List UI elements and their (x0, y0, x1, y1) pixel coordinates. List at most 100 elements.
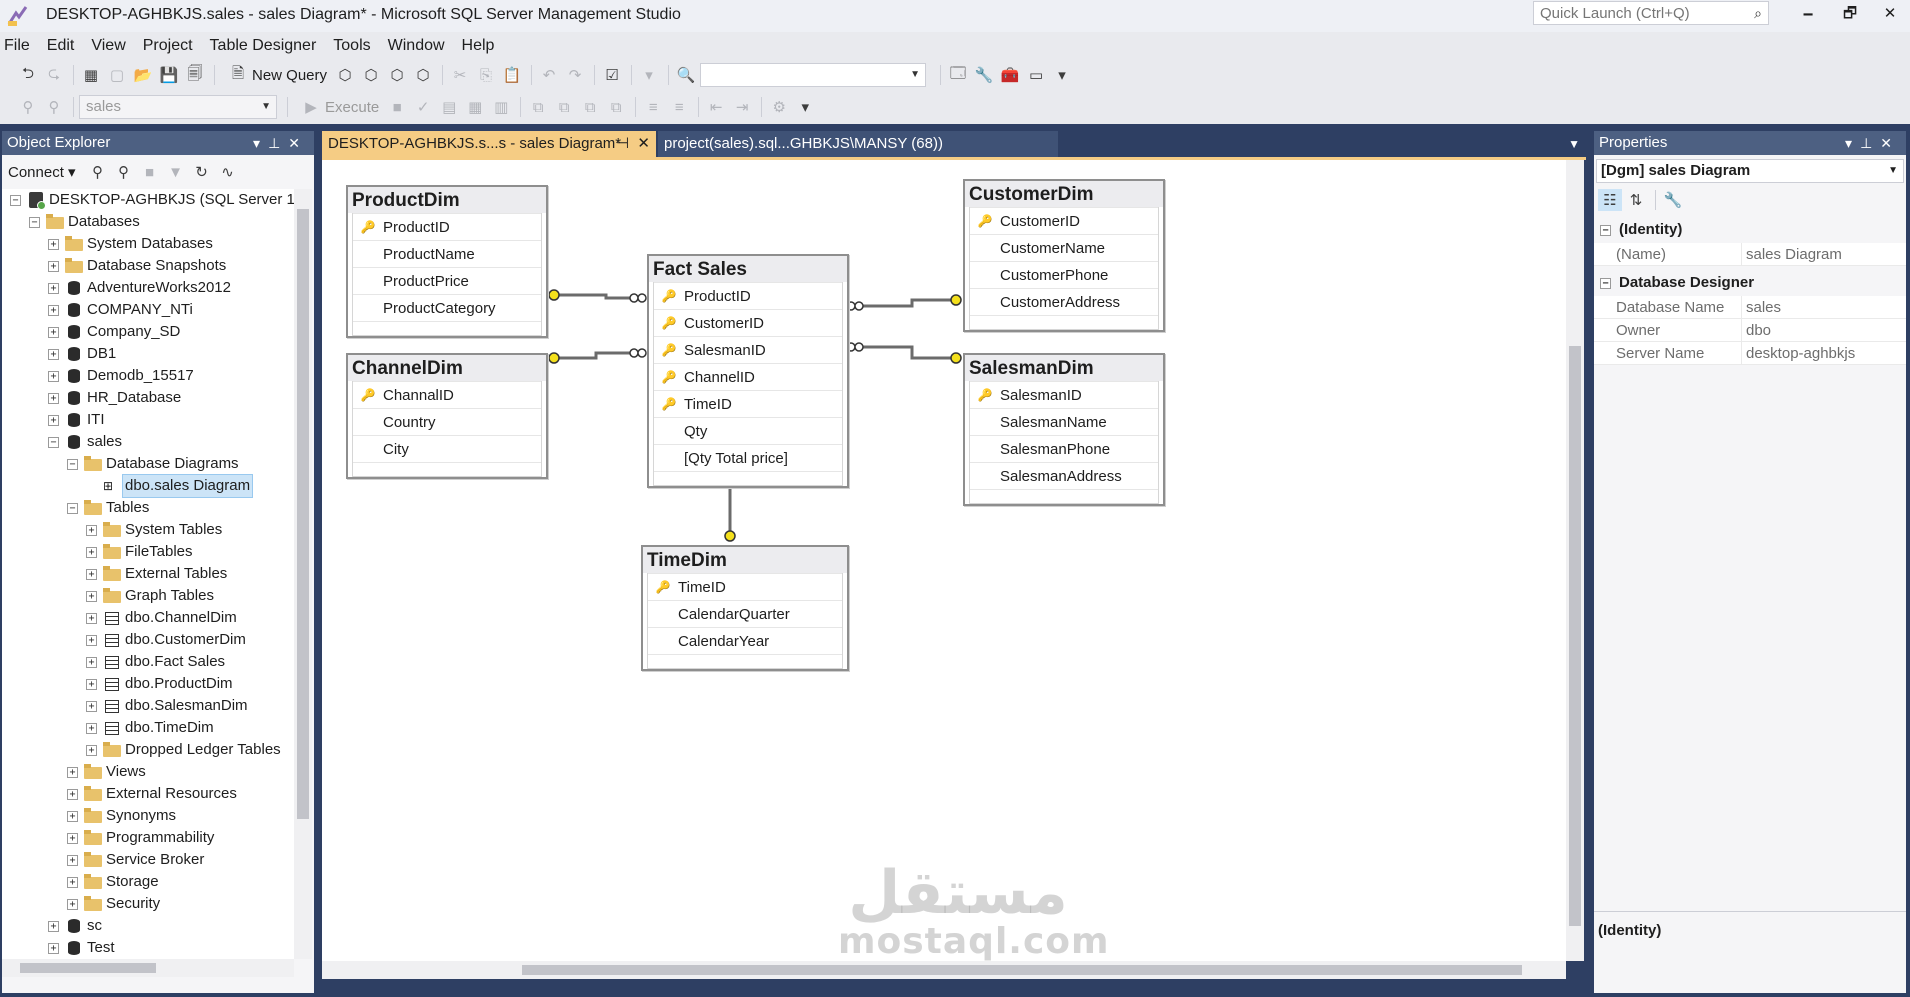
tree-node[interactable]: + sc (48, 915, 102, 937)
expand-icon[interactable]: + (48, 238, 59, 250)
properties-window-icon[interactable]: 🗔 (946, 64, 970, 86)
dmx-query-icon[interactable]: ⬡ (359, 64, 383, 86)
specify-values-icon[interactable]: ⚙ (767, 96, 791, 118)
menu-edit[interactable]: Edit (42, 34, 87, 58)
filter-icon[interactable]: ▼ (164, 161, 188, 183)
tree-node[interactable]: + External Resources (67, 783, 237, 805)
relationship-line-product[interactable] (554, 293, 638, 300)
plan-icon[interactable]: ⧉ (526, 96, 550, 118)
database-combo[interactable]: sales ▼ (79, 95, 277, 119)
expand-icon[interactable]: + (48, 414, 59, 426)
add-item-icon[interactable]: ▢ (105, 64, 129, 86)
save-all-icon[interactable]: 🗐 (183, 64, 207, 86)
tree-node[interactable]: + Views (67, 761, 146, 783)
collapse-icon[interactable]: − (1600, 277, 1611, 289)
tree-node[interactable]: + COMPANY_NTi (48, 299, 193, 321)
tree-node[interactable]: + System Tables (86, 519, 222, 541)
table-title[interactable]: ChannelDim (348, 355, 546, 381)
tree-node[interactable]: + Graph Tables (86, 585, 214, 607)
collapse-icon[interactable]: − (48, 436, 59, 448)
tab-overflow-icon[interactable]: ▼ (1568, 131, 1580, 157)
tree-node[interactable]: + ITI (48, 409, 105, 431)
toolbox-icon[interactable]: 🧰 (998, 64, 1022, 86)
table-column-row[interactable]: CustomerName (970, 234, 1158, 261)
alphabetical-icon[interactable]: ⇅ (1624, 189, 1648, 211)
expand-icon[interactable]: + (67, 810, 78, 822)
panel-menu-icon[interactable]: ▾ (253, 135, 268, 151)
forward-icon[interactable]: ⮎ (42, 64, 66, 86)
diagram-vertical-scrollbar[interactable] (1566, 160, 1584, 961)
expand-icon[interactable]: + (67, 898, 78, 910)
redo-icon[interactable]: ↷ (563, 64, 587, 86)
tab-sales-diagram[interactable]: DESKTOP-AGHBKJS.s...s - sales Diagram* ⊣… (322, 131, 656, 157)
collapse-icon[interactable]: − (1600, 224, 1611, 236)
expand-icon[interactable]: + (86, 722, 97, 734)
menu-project[interactable]: Project (138, 34, 205, 58)
expand-icon[interactable]: + (86, 656, 97, 668)
tree-node[interactable]: + Service Broker (67, 849, 204, 871)
expand-icon[interactable]: + (67, 876, 78, 888)
collapse-icon[interactable]: − (67, 502, 78, 514)
expand-icon[interactable]: + (48, 392, 59, 404)
tree-node[interactable]: + Database Snapshots (48, 255, 226, 277)
table-column-row[interactable]: ProductPrice (353, 267, 541, 294)
dropdown-icon[interactable]: ▾ (637, 64, 661, 86)
connect-icon[interactable]: ⚲ (16, 96, 40, 118)
copy-icon[interactable]: ⎘ (474, 64, 498, 86)
tree-node[interactable]: + Test (48, 937, 115, 959)
find-combo[interactable]: ▼ (700, 63, 927, 87)
activity-monitor-icon[interactable]: ☑ (600, 64, 624, 86)
tree-node[interactable]: + Programmability (67, 827, 214, 849)
tree-node[interactable]: + dbo.ProductDim (86, 673, 233, 695)
close-icon[interactable]: ✕ (1880, 135, 1900, 151)
table-column-row[interactable]: 🔑 ChannelID (654, 363, 842, 390)
expand-icon[interactable]: + (86, 590, 97, 602)
tree-node[interactable]: + dbo.Fact Sales (86, 651, 225, 673)
menu-file[interactable]: File (0, 34, 42, 58)
menu-view[interactable]: View (86, 34, 137, 58)
tree-node[interactable]: + External Tables (86, 563, 227, 585)
table-column-row[interactable]: SalesmanAddress (970, 462, 1158, 489)
expand-icon[interactable]: + (48, 304, 59, 316)
tree-node[interactable]: − DESKTOP-AGHBKJS (SQL Server 16.0. (10, 189, 294, 211)
table-column-row[interactable]: ProductName (353, 240, 541, 267)
expand-icon[interactable]: + (48, 942, 59, 954)
table-column-row[interactable]: CalendarQuarter (648, 600, 842, 627)
table-column-row[interactable]: 🔑 TimeID (648, 573, 842, 600)
expand-icon[interactable]: + (67, 854, 78, 866)
tree-node[interactable]: + AdventureWorks2012 (48, 277, 231, 299)
table-column-row[interactable]: Country (353, 408, 541, 435)
property-row[interactable]: Database Name sales (1594, 296, 1906, 319)
tree-vertical-scrollbar[interactable] (294, 189, 312, 959)
connect-object-icon[interactable]: ⚲ (86, 161, 110, 183)
query-options-icon[interactable]: ⧉ (552, 96, 576, 118)
paste-icon[interactable]: 📋 (500, 64, 524, 86)
open-file-icon[interactable]: 📂 (131, 64, 155, 86)
expand-icon[interactable]: + (48, 282, 59, 294)
tree-node[interactable]: + Demodb_15517 (48, 365, 194, 387)
diagram-canvas[interactable]: ProductDim 🔑 ProductID ProductName ProductPr… (322, 160, 1566, 961)
tree-node[interactable]: + HR_Database (48, 387, 181, 409)
expand-icon[interactable]: + (48, 326, 59, 338)
toolbar-options-icon[interactable]: ▾ (1050, 64, 1074, 86)
diagram-table-product[interactable]: ProductDim 🔑 ProductID ProductName ProductPr… (346, 185, 548, 338)
table-column-row[interactable]: CalendarYear (648, 627, 842, 654)
properties-object-selector[interactable]: [Dgm] sales Diagram ▼ (1596, 159, 1904, 183)
expand-icon[interactable]: + (86, 524, 97, 536)
tree-node[interactable]: + Storage (67, 871, 159, 893)
restore-button[interactable]: 🗗 (1830, 0, 1870, 28)
tree-node[interactable]: + Synonyms (67, 805, 176, 827)
toolbar-options-icon[interactable]: ▾ (793, 96, 817, 118)
find-icon[interactable]: 🔍 (674, 64, 698, 86)
expand-icon[interactable]: + (86, 546, 97, 558)
close-button[interactable]: ✕ (1870, 0, 1910, 28)
tree-node[interactable]: + dbo.TimeDim (86, 717, 214, 739)
expand-icon[interactable]: + (48, 348, 59, 360)
table-column-row[interactable]: CustomerAddress (970, 288, 1158, 315)
expand-icon[interactable]: + (48, 370, 59, 382)
property-row[interactable]: (Name) sales Diagram (1594, 243, 1906, 266)
diagram-table-salesman[interactable]: SalesmanDim 🔑 SalesmanID SalesmanName Salesm… (963, 353, 1165, 506)
pin-icon[interactable]: ⊥ (268, 135, 288, 151)
table-title[interactable]: SalesmanDim (965, 355, 1163, 381)
table-column-row[interactable]: 🔑 TimeID (654, 390, 842, 417)
